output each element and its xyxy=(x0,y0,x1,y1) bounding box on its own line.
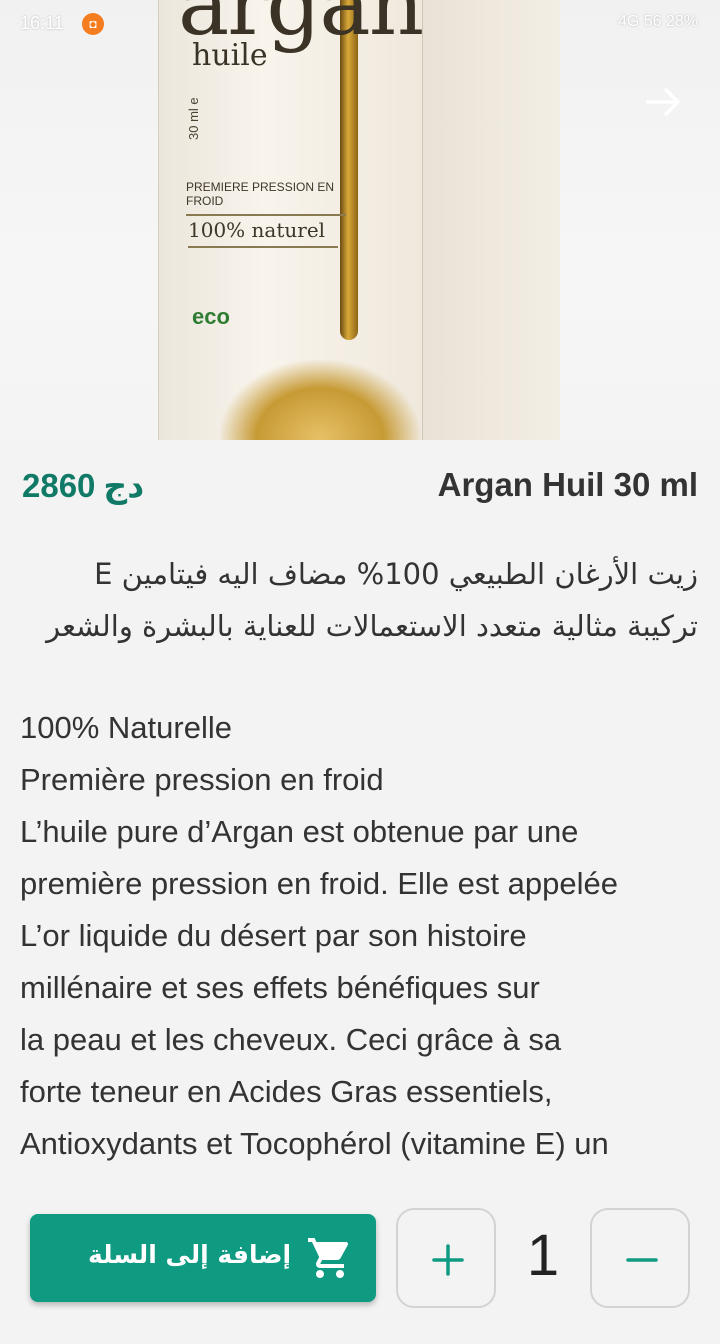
description-french: 100% Naturelle Première pression en froi… xyxy=(20,702,700,1170)
packaging-volume: 30 ml e xyxy=(186,97,201,140)
box-side-face xyxy=(422,0,560,440)
product-title: Argan Huil 30 ml xyxy=(437,466,698,503)
shopping-cart-icon xyxy=(308,1238,349,1278)
description-fr-line: 100% Naturelle xyxy=(20,710,232,745)
description-fr-line: forte teneur en Acides Gras essentiels, xyxy=(20,1074,553,1109)
description-fr-line: première pression en froid. Elle est app… xyxy=(20,866,618,901)
eco-logo: eco xyxy=(192,304,230,329)
arrow-right-icon[interactable] xyxy=(640,78,688,126)
price-currency: دج xyxy=(103,467,145,504)
description-arabic: زيت الأرغان الطبيعي 100% مضاف اليه فيتام… xyxy=(22,548,698,652)
description-ar-line: تركيبة مثالية متعدد الاستعمالات للعناية … xyxy=(46,609,698,643)
packaging-tag-natural: 100% naturel xyxy=(188,218,338,248)
quantity-decrease-button[interactable] xyxy=(590,1208,690,1308)
product-image: argan huile 30 ml e PREMIERE PRESSION EN… xyxy=(0,0,720,440)
add-to-cart-button[interactable]: إضافة إلى السلة xyxy=(30,1214,376,1302)
add-to-cart-label: إضافة إلى السلة xyxy=(88,1240,292,1269)
packaging-tag-cold-press: PREMIERE PRESSION EN FROID xyxy=(186,180,346,216)
status-bar: 16:11 ◘ 4G 56 28% xyxy=(0,0,720,48)
notification-app-icon: ◘ xyxy=(82,13,104,35)
oil-splash xyxy=(220,360,420,440)
description-fr-line: Antioxydants et Tocophérol (vitamine E) … xyxy=(20,1126,609,1161)
product-price: 2860 دج xyxy=(22,466,144,505)
status-indicators: 4G 56 28% xyxy=(617,13,698,30)
plus-icon xyxy=(432,1244,464,1276)
description-fr-line: Première pression en froid xyxy=(20,762,384,797)
description-ar-line: زيت الأرغان الطبيعي 100% مضاف اليه فيتام… xyxy=(94,557,698,591)
minus-icon xyxy=(626,1258,658,1262)
description-fr-line: la peau et les cheveux. Ceci grâce à sa xyxy=(20,1022,562,1057)
status-time: 16:11 xyxy=(20,13,64,33)
price-value: 2860 xyxy=(22,467,96,504)
quantity-increase-button[interactable] xyxy=(396,1208,496,1308)
description-fr-line: L’huile pure d’Argan est obtenue par une xyxy=(20,814,579,849)
quantity-value: 1 xyxy=(526,1223,560,1288)
description-fr-line: millénaire et ses effets bénéfiques sur xyxy=(20,970,540,1005)
description-fr-line: L’or liquide du désert par son histoire xyxy=(20,918,527,953)
